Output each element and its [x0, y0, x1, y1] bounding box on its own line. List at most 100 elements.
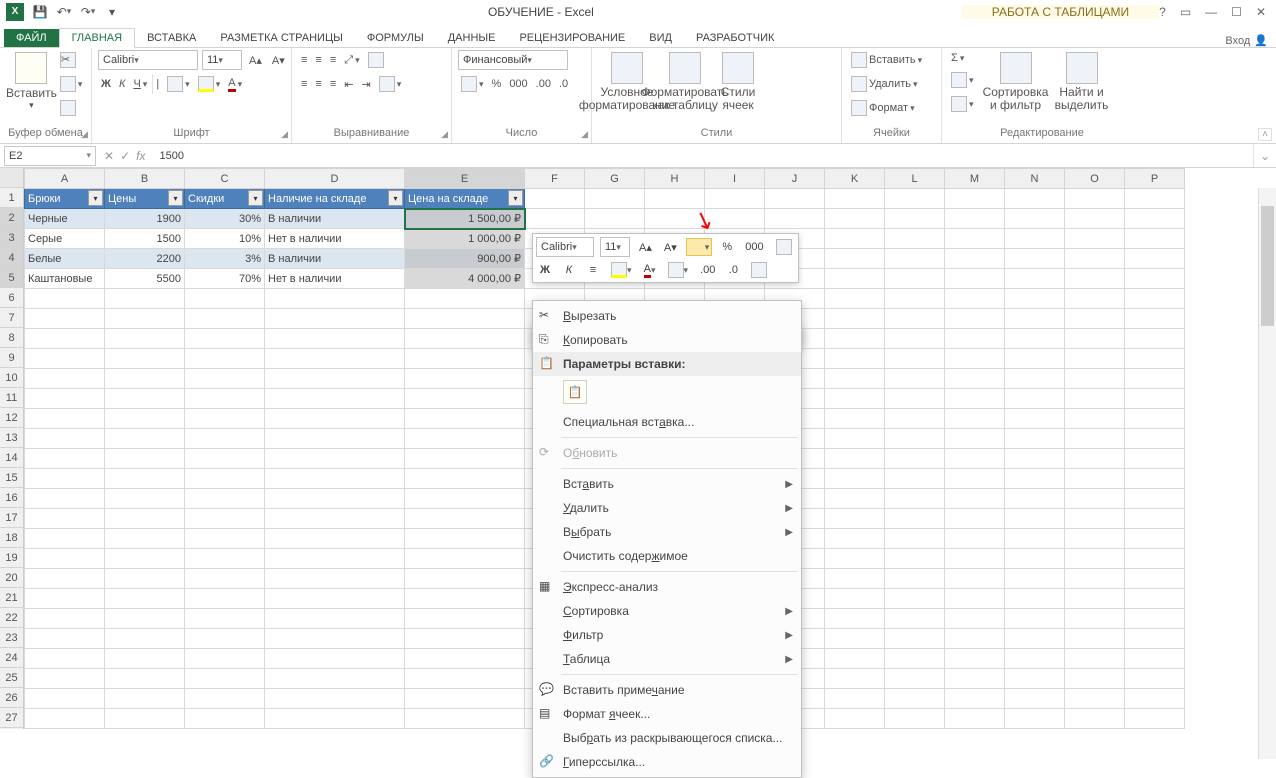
- mini-font-color[interactable]: А: [641, 261, 659, 279]
- cell[interactable]: [945, 289, 1005, 309]
- cell[interactable]: [185, 709, 265, 729]
- cell[interactable]: 1500: [105, 229, 185, 249]
- cell[interactable]: [1005, 389, 1065, 409]
- cell[interactable]: [185, 629, 265, 649]
- cell[interactable]: 2200: [105, 249, 185, 269]
- cell[interactable]: [885, 649, 945, 669]
- col-header[interactable]: I: [705, 169, 765, 189]
- cell[interactable]: [1125, 289, 1185, 309]
- cell[interactable]: [885, 189, 945, 209]
- cell[interactable]: [1125, 389, 1185, 409]
- cell[interactable]: [185, 509, 265, 529]
- mini-merge[interactable]: [773, 238, 795, 256]
- wrap-text-button[interactable]: [365, 50, 387, 70]
- cell[interactable]: [265, 609, 405, 629]
- cell[interactable]: [185, 329, 265, 349]
- tab-file[interactable]: ФАЙЛ: [4, 29, 59, 47]
- col-header[interactable]: M: [945, 169, 1005, 189]
- filter-button[interactable]: ▾: [88, 190, 103, 206]
- clear-button[interactable]: [948, 94, 977, 114]
- col-header[interactable]: F: [525, 169, 585, 189]
- cell[interactable]: [885, 269, 945, 289]
- cell[interactable]: [945, 569, 1005, 589]
- cell[interactable]: [265, 689, 405, 709]
- cell[interactable]: [105, 709, 185, 729]
- cell[interactable]: 30%: [185, 209, 265, 229]
- cell[interactable]: [1065, 309, 1125, 329]
- cell[interactable]: Нет в наличии: [265, 269, 405, 289]
- fill-button[interactable]: [948, 70, 977, 90]
- align-bottom-button[interactable]: ≡: [327, 50, 339, 70]
- cell[interactable]: [885, 309, 945, 329]
- cell[interactable]: [1065, 629, 1125, 649]
- col-header[interactable]: C: [185, 169, 265, 189]
- ctx-table[interactable]: Таблица▶: [533, 647, 801, 671]
- cell[interactable]: [405, 449, 525, 469]
- help-icon[interactable]: ?: [1159, 5, 1166, 19]
- cell[interactable]: [185, 369, 265, 389]
- cell[interactable]: [405, 409, 525, 429]
- cell[interactable]: [885, 249, 945, 269]
- row-header[interactable]: 24: [0, 648, 23, 668]
- cell[interactable]: 900,00 ₽: [405, 249, 525, 269]
- cell[interactable]: [25, 609, 105, 629]
- cell[interactable]: [1125, 469, 1185, 489]
- cell[interactable]: 1900: [105, 209, 185, 229]
- cell[interactable]: [1065, 549, 1125, 569]
- cell-styles-button[interactable]: Стили ячеек: [714, 50, 762, 112]
- filter-button[interactable]: ▾: [508, 190, 523, 206]
- cell[interactable]: [885, 589, 945, 609]
- cell[interactable]: В наличии: [265, 249, 405, 269]
- row-header[interactable]: 1: [0, 188, 23, 208]
- cell[interactable]: [885, 329, 945, 349]
- cell[interactable]: [765, 189, 825, 209]
- cell[interactable]: [885, 349, 945, 369]
- cell[interactable]: [405, 369, 525, 389]
- delete-cells-button[interactable]: Удалить: [848, 74, 935, 94]
- cell[interactable]: [825, 269, 885, 289]
- cell[interactable]: [105, 329, 185, 349]
- cell[interactable]: [525, 189, 585, 209]
- cell[interactable]: [265, 389, 405, 409]
- cell[interactable]: 5500: [105, 269, 185, 289]
- cell[interactable]: [265, 629, 405, 649]
- ctx-insert[interactable]: Вставить▶: [533, 472, 801, 496]
- paste-button[interactable]: Вставить▾: [6, 50, 57, 111]
- cell[interactable]: [885, 569, 945, 589]
- cell[interactable]: [25, 569, 105, 589]
- col-header[interactable]: J: [765, 169, 825, 189]
- percent-button[interactable]: %: [489, 74, 505, 94]
- merge-button[interactable]: [376, 74, 405, 94]
- row-header[interactable]: 3: [0, 228, 23, 248]
- mini-comma[interactable]: 000: [742, 238, 766, 256]
- cell[interactable]: [105, 369, 185, 389]
- row-header[interactable]: 22: [0, 608, 23, 628]
- cell[interactable]: [1065, 209, 1125, 229]
- cell[interactable]: [585, 189, 645, 209]
- cell[interactable]: [105, 529, 185, 549]
- cell[interactable]: [945, 369, 1005, 389]
- align-middle-button[interactable]: ≡: [312, 50, 324, 70]
- cell[interactable]: [1005, 609, 1065, 629]
- cell[interactable]: [825, 629, 885, 649]
- cell[interactable]: [105, 429, 185, 449]
- col-header[interactable]: A: [25, 169, 105, 189]
- cell[interactable]: [1005, 649, 1065, 669]
- row-header[interactable]: 14: [0, 448, 23, 468]
- cell[interactable]: [945, 629, 1005, 649]
- indent-dec-button[interactable]: ⇤: [341, 74, 356, 94]
- cell[interactable]: [1125, 229, 1185, 249]
- row-header[interactable]: 7: [0, 308, 23, 328]
- cell[interactable]: [825, 389, 885, 409]
- inc-decimal-button[interactable]: .00: [533, 74, 554, 94]
- cell[interactable]: Белые: [25, 249, 105, 269]
- cell[interactable]: [1065, 329, 1125, 349]
- cell[interactable]: [945, 689, 1005, 709]
- orientation-button[interactable]: ⤢: [341, 50, 362, 70]
- cell[interactable]: [1005, 709, 1065, 729]
- cell[interactable]: [185, 529, 265, 549]
- cell[interactable]: [25, 489, 105, 509]
- copy-button[interactable]: [57, 74, 86, 94]
- cell[interactable]: [25, 669, 105, 689]
- tab-view[interactable]: ВИД: [637, 29, 684, 47]
